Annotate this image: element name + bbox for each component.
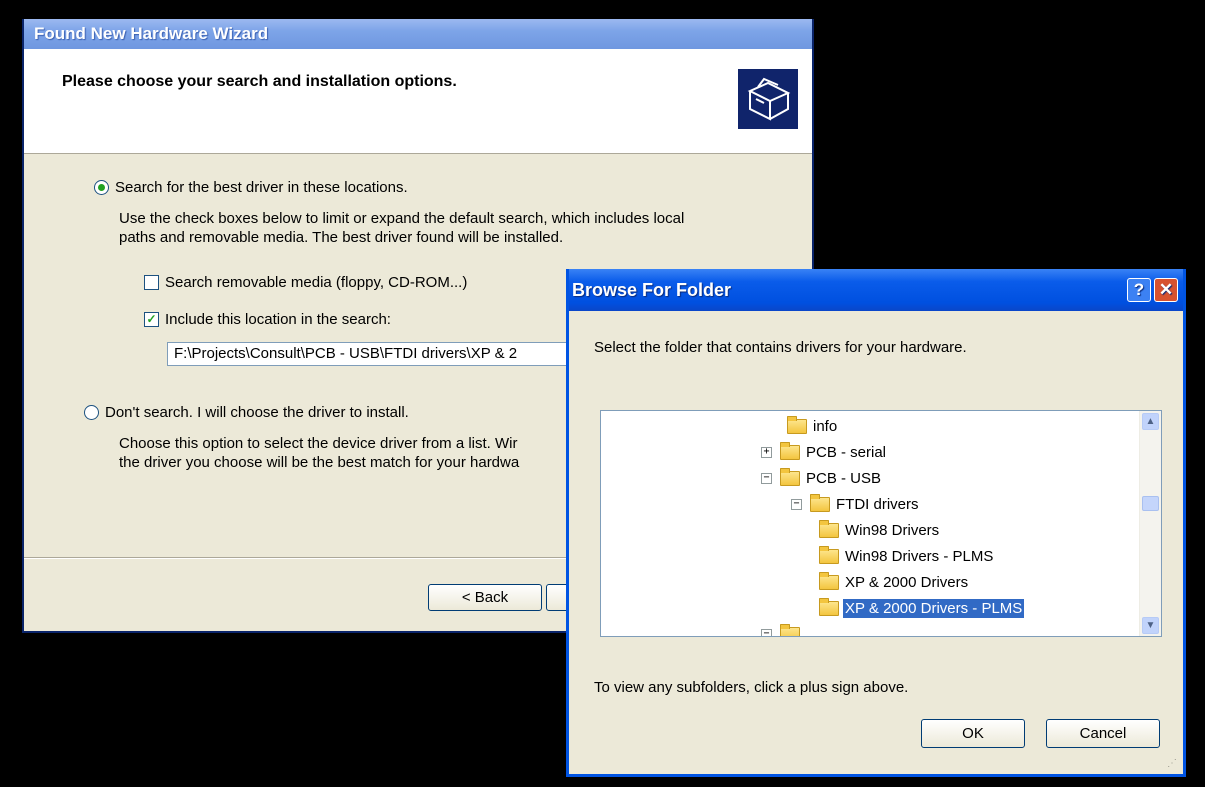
ok-button[interactable]: OK (921, 719, 1025, 748)
search-best-driver-label: Search for the best driver in these loca… (115, 179, 408, 196)
dont-search-label: Don't search. I will choose the driver t… (105, 404, 409, 421)
tree-node-label: PCB - serial (806, 443, 887, 461)
browse-hint: To view any subfolders, click a plus sig… (594, 679, 909, 696)
tree-node[interactable]: Win98 Drivers - PLMS (819, 545, 995, 567)
folder-tree[interactable]: info + PCB - serial − PCB - USB − FTDI drivers… (600, 410, 1162, 637)
folder-icon (810, 493, 830, 512)
radio-unselected-icon (84, 405, 99, 420)
folder-icon (819, 597, 839, 616)
folder-icon (780, 623, 800, 636)
tree-node-label: FTDI drivers (836, 495, 919, 513)
cancel-button[interactable]: Cancel (1046, 719, 1160, 748)
collapse-icon[interactable]: − (761, 628, 772, 636)
tree-node[interactable]: Win98 Drivers (819, 519, 941, 541)
tree-scrollbar[interactable]: ▲ ▼ (1139, 411, 1161, 636)
location-path-input[interactable]: F:\Projects\Consult\PCB - USB\FTDI drive… (167, 342, 587, 366)
browse-for-folder-dialog: Browse For Folder ? ✕ Select the folder … (566, 269, 1186, 777)
tree-node[interactable]: info (787, 415, 839, 437)
tree-node[interactable]: − PCB - USB (761, 467, 883, 489)
dont-search-description-line2: the driver you choose will be the best m… (119, 454, 520, 471)
scroll-up-icon[interactable]: ▲ (1142, 413, 1159, 430)
tree-node-label: PCB - USB (806, 469, 882, 487)
tree-node-label: XP & 2000 Drivers (845, 573, 969, 591)
checkbox-checked-icon: ✓ (144, 312, 159, 327)
search-description-line2: paths and removable media. The best driv… (119, 229, 564, 246)
close-icon[interactable]: ✕ (1154, 278, 1178, 302)
resize-grip-icon[interactable]: ⋰ (1167, 758, 1179, 770)
hardware-box-icon (738, 69, 798, 129)
include-location-label: Include this location in the search: (165, 311, 391, 328)
folder-icon (819, 519, 839, 538)
wizard-title: Found New Hardware Wizard (24, 19, 812, 49)
browse-description: Select the folder that contains drivers … (594, 339, 967, 356)
dont-search-radio[interactable]: Don't search. I will choose the driver t… (84, 404, 409, 421)
scroll-down-icon[interactable]: ▼ (1142, 617, 1159, 634)
help-icon[interactable]: ? (1127, 278, 1151, 302)
scroll-thumb[interactable] (1142, 496, 1159, 511)
include-location-checkbox[interactable]: ✓ Include this location in the search: (144, 311, 391, 328)
radio-selected-icon (94, 180, 109, 195)
tree-node-label: info (813, 417, 838, 435)
collapse-icon[interactable]: − (791, 498, 802, 510)
search-best-driver-radio[interactable]: Search for the best driver in these loca… (94, 179, 408, 196)
tree-node[interactable]: XP & 2000 Drivers (819, 571, 970, 593)
tree-node[interactable]: + PCB - serial (761, 441, 888, 463)
tree-node-label: Win98 Drivers - PLMS (845, 547, 994, 565)
tree-node-label: XP & 2000 Drivers - PLMS (843, 598, 1025, 618)
dont-search-description: Choose this option to select the device … (119, 434, 519, 472)
tree-node-partial[interactable]: − (761, 623, 804, 636)
back-button[interactable]: < Back (428, 584, 542, 611)
folder-icon (787, 415, 807, 434)
folder-icon (819, 571, 839, 590)
browse-title: Browse For Folder (572, 280, 732, 300)
collapse-icon[interactable]: − (761, 472, 772, 484)
folder-icon (780, 467, 800, 486)
browse-title-bar: Browse For Folder ? ✕ (569, 269, 1183, 311)
expand-icon[interactable]: + (761, 446, 772, 458)
search-description: Use the check boxes below to limit or ex… (119, 209, 684, 247)
tree-node[interactable]: XP & 2000 Drivers - PLMS (819, 597, 1025, 619)
search-removable-media-checkbox[interactable]: Search removable media (floppy, CD-ROM..… (144, 274, 467, 291)
search-removable-media-label: Search removable media (floppy, CD-ROM..… (165, 274, 468, 291)
search-description-line1: Use the check boxes below to limit or ex… (119, 210, 685, 227)
tree-node-label: Win98 Drivers (845, 521, 940, 539)
checkbox-unchecked-icon (144, 275, 159, 290)
wizard-heading: Please choose your search and installati… (62, 73, 457, 90)
folder-icon (780, 441, 800, 460)
dont-search-description-line1: Choose this option to select the device … (119, 435, 518, 452)
wizard-header: Please choose your search and installati… (24, 49, 812, 154)
folder-icon (819, 545, 839, 564)
tree-node[interactable]: − FTDI drivers (791, 493, 921, 515)
